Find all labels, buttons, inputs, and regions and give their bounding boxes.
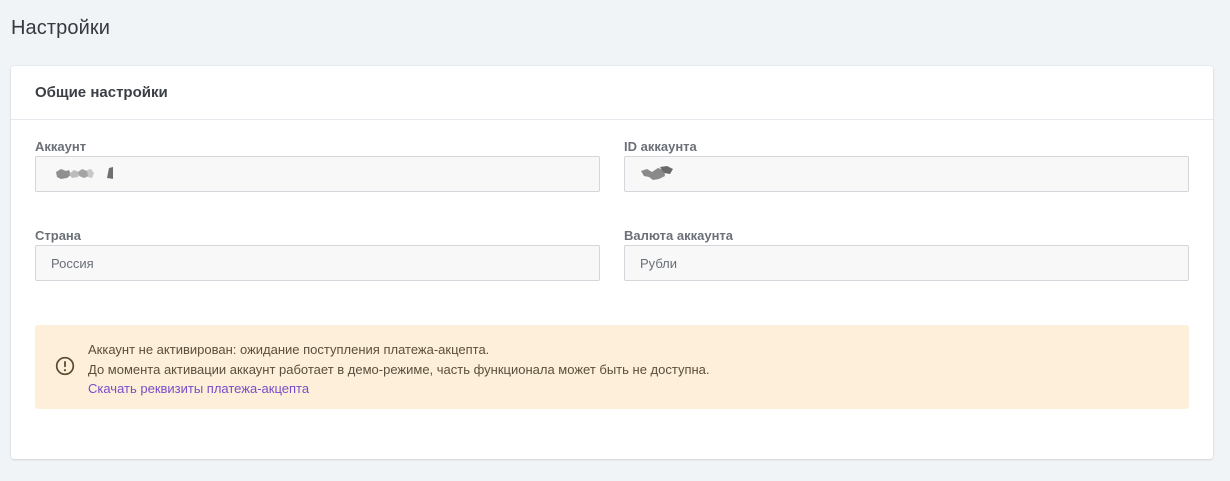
account-not-activated-alert: Аккаунт не активирован: ожидание поступл… bbox=[35, 325, 1189, 409]
redacted-account-id-value bbox=[640, 157, 674, 191]
account-id-field: ID аккаунта bbox=[624, 139, 1189, 192]
country-value: Россия bbox=[51, 255, 94, 271]
currency-label: Валюта аккаунта bbox=[624, 228, 734, 243]
currency-value: Рубли bbox=[640, 255, 678, 271]
country-label: Страна bbox=[35, 228, 82, 243]
account-field: Аккаунт bbox=[35, 139, 600, 192]
country-field: Страна Россия bbox=[35, 228, 600, 281]
alert-line-status: Аккаунт не активирован: ожидание поступл… bbox=[88, 342, 490, 357]
country-input[interactable]: Россия bbox=[35, 245, 600, 281]
download-payment-details-link[interactable]: Скачать реквизиты платежа-акцепта bbox=[88, 379, 710, 399]
currency-input[interactable]: Рубли bbox=[624, 245, 1189, 281]
account-id-input[interactable] bbox=[624, 156, 1189, 192]
currency-field: Валюта аккаунта Рубли bbox=[624, 228, 1189, 281]
exclamation-circle-icon bbox=[55, 356, 75, 376]
general-settings-card: Общие настройки Аккаунт ID аккаунта Стра… bbox=[11, 66, 1213, 459]
redacted-account-value bbox=[51, 157, 113, 191]
alert-line-demo-mode: До момента активации аккаунт работает в … bbox=[88, 361, 710, 377]
account-id-label: ID аккаунта bbox=[624, 139, 697, 154]
page-title: Настройки bbox=[11, 17, 110, 39]
alert-text: Аккаунт не активирован: ожидание поступл… bbox=[88, 340, 710, 399]
card-header: Общие настройки bbox=[11, 66, 1213, 120]
account-label: Аккаунт bbox=[35, 139, 87, 154]
card-title: Общие настройки bbox=[35, 84, 168, 101]
account-input[interactable] bbox=[35, 156, 600, 192]
